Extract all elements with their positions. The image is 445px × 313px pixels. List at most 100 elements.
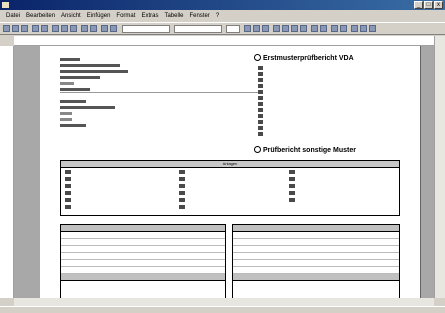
numbering-icon[interactable] [311,25,318,32]
table-icon[interactable] [101,25,108,32]
address-line [60,100,86,103]
checkbox[interactable] [289,198,295,202]
checkbox[interactable] [258,90,263,94]
section-title-erstmuster: Erstmusterprüfbericht VDA [254,54,354,62]
checkbox[interactable] [65,184,71,188]
vertical-scrollbar[interactable] [434,36,445,298]
radio-circle-icon[interactable] [254,146,261,153]
table-row [233,246,399,253]
radio-circle-icon[interactable] [254,54,261,61]
align-right-icon[interactable] [291,25,298,32]
bold-icon[interactable] [244,25,251,32]
cut-icon[interactable] [52,25,59,32]
document-workspace: Erstmusterprüfbericht VDA Prüfbericht so… [14,46,434,298]
table-row [233,232,399,239]
redo-icon[interactable] [90,25,97,32]
paste-icon[interactable] [70,25,77,32]
horizontal-scrollbar[interactable] [14,298,434,306]
menu-format[interactable]: Format [116,13,135,19]
checkbox[interactable] [65,177,71,181]
address-line [60,124,86,127]
address-line [60,82,74,85]
checkbox[interactable] [289,177,295,181]
align-center-icon[interactable] [282,25,289,32]
checkbox[interactable] [258,114,263,118]
menu-extras[interactable]: Extras [141,13,158,19]
checkbox[interactable] [258,96,263,100]
print-preview-icon[interactable] [41,25,48,32]
address-line [60,58,80,61]
checkbox[interactable] [179,205,185,209]
undo-icon[interactable] [81,25,88,32]
columns-icon[interactable] [110,25,117,32]
table-row [233,239,399,246]
menu-help[interactable]: ? [216,13,219,19]
vertical-ruler[interactable] [0,46,14,298]
close-button[interactable]: x [434,1,443,9]
bullets-icon[interactable] [320,25,327,32]
checkbox[interactable] [65,205,71,209]
checkbox[interactable] [179,184,185,188]
copy-icon[interactable] [61,25,68,32]
checkbox[interactable] [258,78,263,82]
address-line [60,88,90,91]
table-header [61,225,225,232]
italic-icon[interactable] [253,25,260,32]
checkbox[interactable] [258,120,263,124]
highlight-icon[interactable] [360,25,367,32]
horizontal-ruler[interactable] [14,36,434,46]
font-select[interactable] [174,25,222,33]
menu-tabelle[interactable]: Tabelle [164,13,183,19]
checkbox[interactable] [179,177,185,181]
separator-line [60,92,260,93]
style-select[interactable] [122,25,170,33]
address-line [60,112,72,115]
address-line [60,70,128,73]
document-page[interactable]: Erstmusterprüfbericht VDA Prüfbericht so… [40,46,420,298]
checkbox[interactable] [179,191,185,195]
menu-ansicht[interactable]: Ansicht [61,13,81,19]
print-icon[interactable] [32,25,39,32]
checkbox[interactable] [65,198,71,202]
app-icon [2,2,9,8]
font-size-select[interactable] [226,25,240,33]
checkbox[interactable] [179,198,185,202]
checkbox[interactable] [258,84,263,88]
menu-fenster[interactable]: Fenster [189,13,209,19]
maximize-button[interactable]: □ [424,1,433,9]
checkbox[interactable] [258,126,263,130]
font-color-icon[interactable] [369,25,376,32]
checkbox[interactable] [65,170,71,174]
menu-datei[interactable]: Datei [6,13,20,19]
indent-icon[interactable] [340,25,347,32]
justify-icon[interactable] [300,25,307,32]
table-header [233,225,399,232]
checkbox[interactable] [289,184,295,188]
checkbox[interactable] [258,66,263,70]
customer-table [232,224,400,298]
attachments-grid: Anlagen [60,160,400,216]
table-subheader [233,274,399,281]
underline-icon[interactable] [262,25,269,32]
checkbox[interactable] [289,191,295,195]
menu-einfuegen[interactable]: Einfügen [87,13,111,19]
table-subheader [61,274,225,281]
minimize-button[interactable]: _ [414,1,423,9]
menu-bearbeiten[interactable]: Bearbeiten [26,13,55,19]
standard-toolbar [0,22,445,35]
border-icon[interactable] [351,25,358,32]
checkbox[interactable] [65,191,71,195]
save-icon[interactable] [21,25,28,32]
checkbox[interactable] [258,108,263,112]
open-icon[interactable] [12,25,19,32]
align-left-icon[interactable] [273,25,280,32]
checkbox[interactable] [258,132,263,136]
checkbox[interactable] [289,170,295,174]
checkbox[interactable] [179,170,185,174]
address-line [60,106,115,109]
new-document-icon[interactable] [3,25,10,32]
address-line [60,64,120,67]
outdent-icon[interactable] [331,25,338,32]
checkbox[interactable] [258,102,263,106]
checkbox[interactable] [258,72,263,76]
